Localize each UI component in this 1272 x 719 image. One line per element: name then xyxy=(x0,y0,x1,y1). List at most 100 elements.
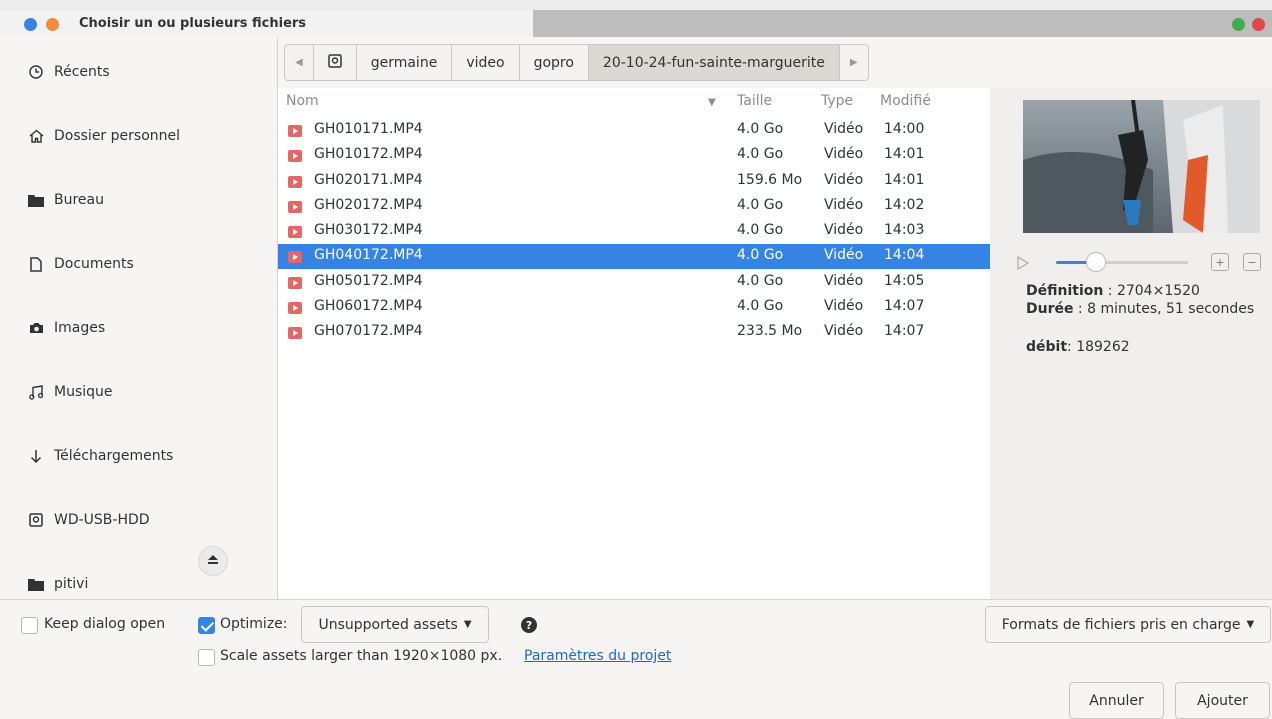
bitrate-value: : 189262 xyxy=(1067,339,1130,355)
file-type: Vidéo xyxy=(824,146,864,163)
sidebar-item-wd-usb-hdd[interactable]: WD-USB-HDD xyxy=(28,505,150,535)
file-row[interactable]: GH040172.MP4 4.0 Go Vidéo 14:04 xyxy=(278,244,990,270)
window-menu-icon[interactable] xyxy=(24,18,37,31)
path-scroll-left-button[interactable]: ◀ xyxy=(285,45,314,80)
chevron-down-icon: ▼ xyxy=(463,619,472,630)
sidebar-item-label: Dossier personnel xyxy=(54,128,181,144)
sidebar-item-label: Musique xyxy=(54,384,113,400)
path-scroll-right-button[interactable]: ▶ xyxy=(840,45,868,80)
file-row[interactable]: GH050172.MP4 4.0 Go Vidéo 14:05 xyxy=(278,270,990,295)
file-modified: 14:03 xyxy=(884,222,925,238)
camera-icon xyxy=(28,320,44,336)
window-minimize-icon[interactable] xyxy=(46,18,59,31)
column-header-modified[interactable]: Modifié xyxy=(880,93,931,109)
column-header-type[interactable]: Type xyxy=(821,93,853,109)
sidebar-item-downloads[interactable]: Téléchargements xyxy=(28,441,173,471)
window-title: Choisir un ou plusieurs fichiers xyxy=(79,16,307,31)
title-bar-right xyxy=(533,10,1272,37)
path-segment-germaine[interactable]: germaine xyxy=(357,45,453,80)
music-icon xyxy=(28,384,44,400)
file-name: GH010171.MP4 xyxy=(314,121,423,137)
title-bar: Choisir un ou plusieurs fichiers xyxy=(0,0,1272,37)
file-list-header: Nom ▼ Taille Type Modifié xyxy=(278,88,990,116)
definition-info: Définition : 2704×1520 xyxy=(1026,283,1200,299)
folder-icon xyxy=(28,192,44,208)
cancel-button[interactable]: Annuler xyxy=(1069,682,1164,719)
file-name: GH050172.MP4 xyxy=(314,272,423,289)
sidebar-item-documents[interactable]: Documents xyxy=(28,249,134,279)
playback-slider[interactable] xyxy=(1056,252,1188,272)
file-size: 233.5 Mo xyxy=(737,323,803,339)
zoom-out-button[interactable]: − xyxy=(1243,253,1261,271)
preview-panel: + − Définition : 2704×1520 Durée : 8 min… xyxy=(990,88,1272,599)
video-file-icon xyxy=(288,125,302,137)
clock-icon xyxy=(28,64,44,80)
file-type: Vidéo xyxy=(824,323,864,339)
file-row[interactable]: GH020172.MP4 4.0 Go Vidéo 14:02 xyxy=(278,194,990,219)
column-header-name[interactable]: Nom xyxy=(286,93,319,109)
path-segment-current[interactable]: 20-10-24-fun-sainte-marguerite xyxy=(588,45,840,80)
sidebar-item-desktop[interactable]: Bureau xyxy=(28,185,104,215)
duration-info: Durée : 8 minutes, 51 secondes xyxy=(1026,301,1254,317)
file-row[interactable]: GH030172.MP4 4.0 Go Vidéo 14:03 xyxy=(278,219,990,244)
file-row[interactable]: GH020171.MP4 159.6 Mo Vidéo 14:01 xyxy=(278,169,990,194)
play-button[interactable] xyxy=(1016,255,1030,275)
file-modified: 14:07 xyxy=(884,323,925,339)
project-settings-link[interactable]: Paramètres du projet xyxy=(524,648,671,664)
definition-value: : 2704×1520 xyxy=(1103,283,1200,299)
bitrate-label: débit xyxy=(1026,339,1068,355)
keep-dialog-open-checkbox[interactable] xyxy=(21,617,38,634)
file-row[interactable]: GH010171.MP4 4.0 Go Vidéo 14:00 xyxy=(278,118,990,143)
help-button[interactable]: ? xyxy=(521,617,537,633)
file-modified: 14:00 xyxy=(884,121,925,137)
keep-dialog-open-label[interactable]: Keep dialog open xyxy=(44,616,165,632)
dialog-options: Keep dialog open Optimize: Unsupported a… xyxy=(0,599,1272,719)
sidebar-item-pitivi[interactable]: pitivi xyxy=(28,569,88,599)
path-segment-gopro[interactable]: gopro xyxy=(520,45,589,80)
sidebar-item-label: Téléchargements xyxy=(54,448,174,464)
window-maximize-icon[interactable] xyxy=(1232,18,1245,31)
scale-assets-checkbox[interactable] xyxy=(198,649,215,666)
file-type: Vidéo xyxy=(824,121,864,137)
zoom-in-button[interactable]: + xyxy=(1211,253,1229,271)
file-type: Vidéo xyxy=(824,272,864,289)
file-name: GH020172.MP4 xyxy=(314,196,423,213)
sidebar-item-label: Bureau xyxy=(54,192,104,208)
sidebar-item-label: Images xyxy=(54,320,106,336)
video-file-icon xyxy=(288,251,302,264)
file-row[interactable]: GH060172.MP4 4.0 Go Vidéo 14:07 xyxy=(278,295,990,320)
file-row[interactable]: GH070172.MP4 233.5 Mo Vidéo 14:07 xyxy=(278,320,990,345)
path-segment-video[interactable]: video xyxy=(452,45,520,80)
scale-assets-label[interactable]: Scale assets larger than 1920×1080 px. xyxy=(220,648,502,664)
sidebar-item-images[interactable]: Images xyxy=(28,313,105,343)
eject-button[interactable] xyxy=(198,546,228,576)
window-close-icon[interactable] xyxy=(1252,18,1265,31)
file-name: GH030172.MP4 xyxy=(314,222,423,238)
file-type: Vidéo xyxy=(824,247,864,264)
file-formats-dropdown[interactable]: Formats de fichiers pris en charge ▼ xyxy=(985,606,1271,643)
sidebar-item-recents[interactable]: Récents xyxy=(28,57,110,87)
bitrate-info: débit: 189262 xyxy=(1026,339,1130,355)
file-modified: 14:05 xyxy=(884,272,925,289)
file-size: 4.0 Go xyxy=(737,146,784,163)
optimize-dropdown[interactable]: Unsupported assets ▼ xyxy=(301,606,489,643)
video-file-icon xyxy=(288,327,302,339)
home-icon xyxy=(28,128,44,144)
sort-descending-icon: ▼ xyxy=(708,97,716,108)
optimize-checkbox[interactable] xyxy=(198,617,215,634)
file-size: 4.0 Go xyxy=(737,297,784,314)
places-sidebar: Récents Dossier personnel Bureau Documen… xyxy=(12,37,278,599)
sidebar-item-music[interactable]: Musique xyxy=(28,377,113,407)
file-formats-dropdown-value: Formats de fichiers pris en charge xyxy=(1001,616,1241,633)
drive-icon xyxy=(28,512,44,528)
slider-handle[interactable] xyxy=(1085,252,1106,272)
add-button[interactable]: Ajouter xyxy=(1175,682,1270,719)
path-root-drive-button[interactable] xyxy=(314,45,357,80)
file-row[interactable]: GH010172.MP4 4.0 Go Vidéo 14:01 xyxy=(278,143,990,168)
column-header-size[interactable]: Taille xyxy=(737,93,772,109)
sidebar-item-home[interactable]: Dossier personnel xyxy=(28,121,180,151)
sidebar-item-label: WD-USB-HDD xyxy=(54,512,150,528)
optimize-label[interactable]: Optimize: xyxy=(220,616,288,632)
duration-label: Durée xyxy=(1026,301,1074,317)
file-modified: 14:02 xyxy=(884,196,925,213)
